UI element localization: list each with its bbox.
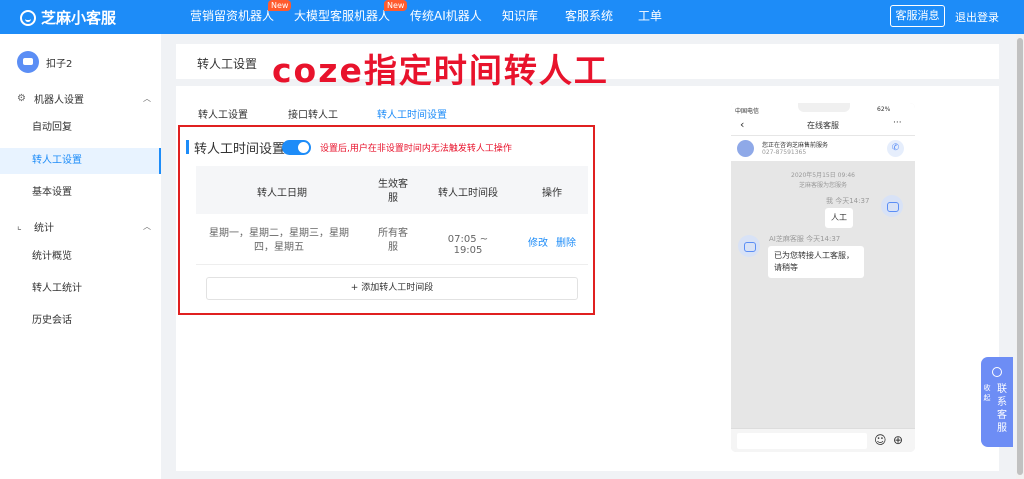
page-title: 转人工设置 (197, 57, 258, 71)
user-message-meta: 我 今天14:37 (826, 197, 870, 205)
sidebar-item-stats-overview[interactable]: 统计概览 (0, 244, 161, 270)
phone-call-icon[interactable]: ✆ (887, 140, 904, 157)
column-header-agents: 生效客服 (378, 179, 408, 204)
user-message: 人工 (825, 208, 853, 228)
agent-phone: 027-87591365 (762, 149, 807, 156)
phone-header: 中国电信 62% ‹ 在线客服 ··· (731, 103, 915, 135)
sidebar-item-transfer-stats[interactable]: 转人工统计 (0, 276, 161, 302)
sidebar: 扣子2 ⚙ 机器人设置 ︿ 自动回复 转人工设置 基本设置 ⌞ 统计 ︿ 统计概… (0, 34, 161, 479)
logout-link[interactable]: 退出登录 (955, 9, 999, 25)
app-title: 芝麻小客服 (41, 9, 117, 27)
section-accent-bar (186, 140, 189, 154)
bot-avatar (738, 235, 760, 257)
bot-name: 扣子2 (46, 58, 73, 70)
nav-item-label: 大模型客服机器人 (294, 9, 391, 23)
plus-circle-icon[interactable]: ⊕ (893, 433, 903, 447)
tab-transfer-settings[interactable]: 转人工设置 (198, 106, 248, 121)
chart-icon: ⌞ (17, 221, 22, 232)
row-agents: 所有客服 (378, 228, 408, 253)
toggle-knob (298, 142, 309, 153)
section-hint: 设置后,用户在非设置时间内无法触发转人工操作 (320, 144, 512, 154)
phone-preview: 中国电信 62% ‹ 在线客服 ··· 您正在咨询芝麻售前服务 027-8759… (731, 103, 915, 452)
more-icon[interactable]: ··· (893, 118, 902, 128)
tab-api-transfer[interactable]: 接口转人工 (288, 106, 338, 121)
agent-info: 您正在咨询芝麻售前服务 027-87591365 ✆ (731, 136, 915, 161)
nav-item-cs-system[interactable]: 客服系统 (565, 7, 613, 24)
emoji-icon[interactable]: ☺ (874, 433, 887, 447)
sidebar-item-chat-history[interactable]: 历史会话 (0, 308, 161, 334)
nav-item-ai-bot[interactable]: 传统AI机器人 (410, 7, 482, 24)
nav-item-marketing-bot[interactable]: 营销留资机器人 New (190, 0, 292, 24)
agent-name: 您正在咨询芝麻售前服务 (762, 142, 829, 149)
bot-selector[interactable]: 扣子2 (17, 51, 72, 73)
chevron-up-icon[interactable]: ︿ (143, 93, 151, 104)
new-badge: New (384, 0, 408, 11)
status-battery: 62% (877, 106, 891, 113)
collapse-label[interactable]: 收起 (983, 383, 991, 403)
bot-message: 已为您转接人工客服，请稍等 (768, 246, 864, 278)
page-scrollbar[interactable] (1016, 34, 1024, 479)
add-time-range-button[interactable]: + 添加转人工时间段 (206, 277, 578, 300)
chat-input[interactable] (737, 433, 867, 449)
sidebar-group-statistics[interactable]: ⌞ 统计 (17, 219, 54, 234)
edit-link[interactable]: 修改 (528, 234, 548, 249)
phone-title: 在线客服 (807, 121, 839, 130)
contact-support-widget[interactable]: 收起 联系客服 (981, 357, 1013, 447)
logo-icon (20, 9, 36, 26)
bot-avatar (17, 51, 39, 73)
column-header-date: 转人工日期 (257, 188, 307, 199)
chat-input-bar: ☺ ⊕ (731, 428, 915, 452)
status-carrier: 中国电信 (735, 108, 760, 115)
row-time: 07:05 ~ 19:05 (447, 234, 489, 256)
top-nav-bar: 芝麻小客服 营销留资机器人 New 大模型客服机器人 New 传统AI机器人 知… (0, 0, 1024, 34)
chevron-up-icon[interactable]: ︿ (143, 221, 151, 232)
sidebar-group-label: 统计 (34, 223, 54, 234)
row-dates: 星期一，星期二，星期三，星期四，星期五 (209, 228, 349, 253)
scrollbar-thumb[interactable] (1017, 38, 1023, 475)
agent-avatar (737, 140, 754, 157)
gear-icon: ⚙ (17, 93, 26, 104)
sidebar-item-transfer-settings[interactable]: 转人工设置 (0, 148, 161, 174)
sidebar-group-bot-settings[interactable]: ⚙ 机器人设置 (17, 91, 84, 106)
tab-transfer-time-settings[interactable]: 转人工时间设置 (377, 106, 447, 121)
chat-timestamp: 2020年5月15日 09:46 (791, 172, 855, 179)
transfer-time-toggle[interactable] (282, 140, 311, 155)
contact-label: 联系客服 (997, 384, 1007, 434)
column-header-actions: 操作 (542, 188, 562, 199)
sidebar-item-basic-settings[interactable]: 基本设置 (0, 180, 161, 206)
row-divider (196, 264, 588, 265)
app-logo[interactable]: 芝麻小客服 (20, 7, 116, 28)
headset-icon (992, 367, 1002, 377)
phone-notch (798, 103, 850, 112)
section-title: 转人工时间设置 (194, 142, 286, 157)
user-avatar (881, 195, 903, 217)
nav-item-llm-bot[interactable]: 大模型客服机器人 New (294, 0, 408, 24)
nav-item-ticket[interactable]: 工单 (638, 7, 662, 24)
sidebar-group-label: 机器人设置 (34, 95, 84, 106)
sidebar-item-auto-reply[interactable]: 自动回复 (0, 115, 161, 141)
customer-message-button[interactable]: 客服消息 (890, 5, 945, 27)
new-badge: New (268, 0, 292, 11)
nav-item-knowledge[interactable]: 知识库 (502, 7, 538, 24)
annotation-title: coze指定时间转人工 (272, 51, 609, 90)
delete-link[interactable]: 删除 (556, 234, 576, 249)
bot-message-meta: AI芝麻客服 今天14:37 (769, 235, 841, 243)
system-message: 芝麻客服为您服务 (798, 182, 847, 189)
column-header-time: 转人工时间段 (438, 188, 498, 199)
nav-item-label: 营销留资机器人 (190, 9, 275, 23)
